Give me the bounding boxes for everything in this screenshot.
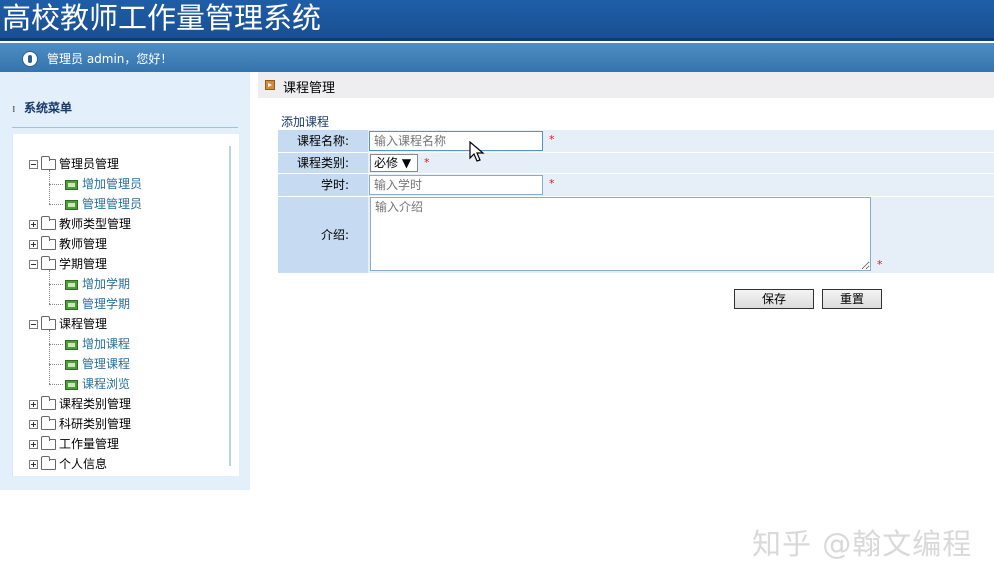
- app-title: 高校教师工作量管理系统: [2, 1, 322, 35]
- tree-group-4[interactable]: 课程管理: [29, 314, 107, 334]
- expand-icon[interactable]: [29, 240, 38, 249]
- tree-connector: [49, 344, 63, 345]
- folder-icon: [41, 456, 56, 470]
- tree-group-label: 课程管理: [59, 317, 108, 331]
- tree-leaf-label: 增加学期: [82, 277, 131, 291]
- collapse-icon[interactable]: [29, 260, 38, 269]
- tree-group-6[interactable]: 科研类别管理: [29, 414, 131, 434]
- tree-connector: [49, 304, 63, 305]
- tree-group-3[interactable]: 学期管理: [29, 254, 107, 274]
- tree-group-label: 学期管理: [59, 257, 108, 271]
- folder-icon: [41, 216, 56, 230]
- tree-leaf-4-2[interactable]: 课程浏览: [49, 374, 130, 394]
- tree-group-7[interactable]: 工作量管理: [29, 434, 119, 454]
- tree-vertical-connector: [49, 270, 50, 304]
- tree-group-label: 工作量管理: [59, 437, 120, 451]
- tree-group-1[interactable]: 教师类型管理: [29, 214, 131, 234]
- tree-vertical-connector: [49, 170, 50, 204]
- sidebar-heading: ⁞ 系统菜单: [12, 101, 73, 115]
- tree-group-2[interactable]: 教师管理: [29, 234, 107, 254]
- page-icon: [65, 179, 78, 190]
- required-mark: *: [424, 156, 430, 169]
- app-banner: 高校教师工作量管理系统: [0, 0, 994, 41]
- tree-leaf-3-1[interactable]: 管理学期: [49, 294, 130, 314]
- tree-connector: [49, 284, 63, 285]
- tree-connector: [49, 184, 63, 185]
- required-mark: *: [549, 133, 555, 146]
- folder-icon: [41, 416, 56, 430]
- sidebar: ⁞ 系统菜单 管理员管理 增加管理员 管理管理员 教师类型管理 教师管理 学期管理 增加学期管…: [0, 72, 250, 490]
- menu-bullet-icon: ⁞: [12, 105, 16, 115]
- tree-connector: [49, 364, 63, 365]
- expand-icon[interactable]: [29, 460, 38, 469]
- page-icon: [65, 379, 78, 390]
- expand-icon[interactable]: [29, 440, 38, 449]
- required-mark: *: [549, 177, 555, 190]
- reset-button[interactable]: 重置: [822, 289, 882, 309]
- arrow-square-icon: [265, 80, 275, 90]
- form-title: 添加课程: [281, 115, 330, 129]
- tree-group-5[interactable]: 课程类别管理: [29, 394, 131, 414]
- course-intro-textarea[interactable]: [370, 197, 871, 271]
- tree-leaf-label: 课程浏览: [82, 377, 131, 391]
- tree-group-8[interactable]: 个人信息: [29, 454, 107, 474]
- collapse-icon[interactable]: [29, 160, 38, 169]
- expand-icon[interactable]: [29, 420, 38, 429]
- course-name-label: 课程名称:: [278, 130, 368, 152]
- course-category-select[interactable]: 必修 ▼: [370, 154, 418, 172]
- tree-leaf-3-0[interactable]: 增加学期: [49, 274, 130, 294]
- tree-leaf-4-1[interactable]: 管理课程: [49, 354, 130, 374]
- course-intro-label: 介绍:: [278, 197, 368, 273]
- tree-leaf-label: 管理课程: [82, 357, 131, 371]
- page-icon: [65, 199, 78, 210]
- page-icon: [65, 279, 78, 290]
- required-mark: *: [877, 258, 883, 271]
- sidebar-divider: [12, 127, 238, 128]
- collapse-icon[interactable]: [29, 320, 38, 329]
- tree-group-label: 个人信息: [59, 457, 108, 471]
- tree-leaf-0-1[interactable]: 管理管理员: [49, 194, 142, 214]
- tree-leaf-label: 管理学期: [82, 297, 131, 311]
- folder-icon: [41, 396, 56, 410]
- expand-icon[interactable]: [29, 220, 38, 229]
- breadcrumb: 课程管理: [258, 72, 994, 98]
- user-bar: 管理员 admin，您好！: [0, 43, 994, 72]
- tree-leaf-0-0[interactable]: 增加管理员: [49, 174, 142, 194]
- page-icon: [65, 339, 78, 350]
- course-hours-input[interactable]: [369, 175, 543, 195]
- tree-scroll-rule: [229, 146, 231, 466]
- course-hours-label: 学时:: [278, 174, 368, 196]
- user-greeting: 管理员 admin，您好！: [47, 52, 173, 66]
- watermark: 知乎 @翰文编程: [752, 527, 973, 561]
- tree-group-label: 课程类别管理: [59, 397, 132, 411]
- mouse-cursor-icon: [469, 141, 485, 162]
- page-icon: [65, 299, 78, 310]
- tree-group-label: 教师管理: [59, 237, 108, 251]
- tree-connector: [49, 384, 63, 385]
- folder-icon: [41, 436, 56, 450]
- folder-icon: [41, 236, 56, 250]
- breadcrumb-label: 课程管理: [283, 81, 336, 96]
- folder-icon: [41, 256, 56, 270]
- course-category-label: 课程类别:: [278, 153, 368, 173]
- tree-connector: [49, 204, 63, 205]
- tree-group-0[interactable]: 管理员管理: [29, 154, 119, 174]
- menu-tree: 管理员管理增加管理员管理管理员教师类型管理 教师管理学期管理增加学期管理学期课程管…: [12, 134, 239, 476]
- tree-leaf-4-0[interactable]: 增加课程: [49, 334, 130, 354]
- tree-vertical-connector: [49, 330, 50, 384]
- tree-group-label: 科研类别管理: [59, 417, 132, 431]
- tree-leaf-label: 增加课程: [82, 337, 131, 351]
- course-name-input[interactable]: [369, 131, 543, 151]
- tree-group-label: 管理员管理: [59, 157, 120, 171]
- tree-group-label: 教师类型管理: [59, 217, 132, 231]
- folder-icon: [41, 156, 56, 170]
- tree-leaf-label: 增加管理员: [82, 177, 143, 191]
- folder-icon: [41, 316, 56, 330]
- tree-leaf-label: 管理管理员: [82, 197, 143, 211]
- user-icon: [22, 51, 38, 67]
- save-button[interactable]: 保存: [734, 289, 814, 309]
- page-icon: [65, 359, 78, 370]
- expand-icon[interactable]: [29, 400, 38, 409]
